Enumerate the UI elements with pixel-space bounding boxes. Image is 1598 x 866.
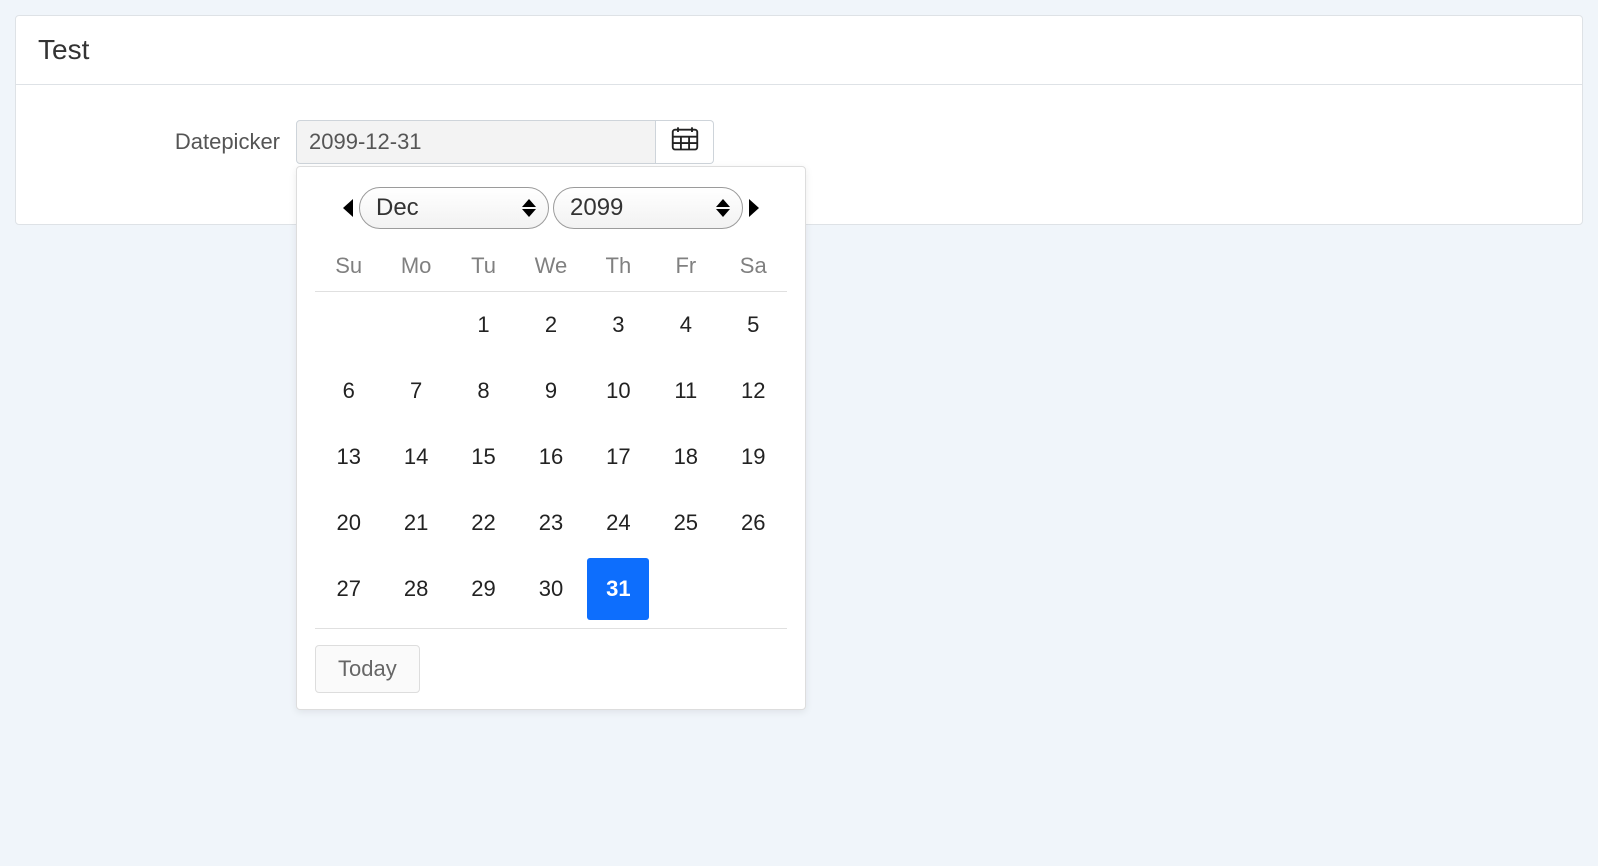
day-cell[interactable]: 12 xyxy=(720,358,787,424)
day-cell[interactable]: 6 xyxy=(315,358,382,424)
month-select-value: Dec xyxy=(376,194,419,222)
day-cell[interactable]: 23 xyxy=(517,490,584,556)
day-cell[interactable]: 19 xyxy=(720,424,787,490)
weekday-header: Th xyxy=(585,243,652,292)
datepicker-row: Datepicker xyxy=(36,120,1562,164)
day-cell[interactable]: 18 xyxy=(652,424,719,490)
datepicker-grid: SuMoTuWeThFrSa 1234567891011121314151617… xyxy=(315,243,787,622)
weekday-header: Tu xyxy=(450,243,517,292)
day-cell[interactable]: 20 xyxy=(315,490,382,556)
day-cell[interactable]: 2 xyxy=(517,292,584,358)
day-cell[interactable]: 13 xyxy=(315,424,382,490)
empty-day-cell xyxy=(382,292,449,358)
year-select-value: 2099 xyxy=(570,194,623,222)
day-cell[interactable]: 8 xyxy=(450,358,517,424)
empty-day-cell xyxy=(652,556,719,622)
day-cell[interactable]: 30 xyxy=(517,556,584,622)
weekday-header: Sa xyxy=(720,243,787,292)
day-cell[interactable]: 28 xyxy=(382,556,449,622)
day-cell[interactable]: 17 xyxy=(585,424,652,490)
calendar-icon xyxy=(671,126,699,158)
weekday-header: Fr xyxy=(652,243,719,292)
day-cell[interactable]: 25 xyxy=(652,490,719,556)
select-spinner-icon xyxy=(716,199,730,217)
day-cell[interactable]: 3 xyxy=(585,292,652,358)
day-cell[interactable]: 21 xyxy=(382,490,449,556)
day-cell[interactable]: 4 xyxy=(652,292,719,358)
day-cell[interactable]: 31 xyxy=(585,556,652,622)
day-cell[interactable]: 1 xyxy=(450,292,517,358)
datepicker-popup: Dec 2099 xyxy=(296,166,806,710)
day-cell[interactable]: 29 xyxy=(450,556,517,622)
datepicker-label: Datepicker xyxy=(36,129,296,155)
panel: Test Datepicker xyxy=(15,15,1583,225)
day-cell[interactable]: 9 xyxy=(517,358,584,424)
panel-body: Datepicker xyxy=(16,85,1582,224)
empty-day-cell xyxy=(315,292,382,358)
weekday-header: We xyxy=(517,243,584,292)
today-button[interactable]: Today xyxy=(315,645,420,693)
datepicker-footer: Today xyxy=(315,628,787,693)
date-input[interactable] xyxy=(296,120,656,164)
weekday-header: Mo xyxy=(382,243,449,292)
day-cell[interactable]: 5 xyxy=(720,292,787,358)
day-cell[interactable]: 14 xyxy=(382,424,449,490)
day-cell[interactable]: 15 xyxy=(450,424,517,490)
day-cell[interactable]: 11 xyxy=(652,358,719,424)
next-month-button[interactable] xyxy=(749,199,759,217)
day-cell[interactable]: 22 xyxy=(450,490,517,556)
empty-day-cell xyxy=(720,556,787,622)
day-cell[interactable]: 10 xyxy=(585,358,652,424)
prev-month-button[interactable] xyxy=(343,199,353,217)
day-cell[interactable]: 27 xyxy=(315,556,382,622)
day-cell[interactable]: 16 xyxy=(517,424,584,490)
datepicker-header: Dec 2099 xyxy=(315,187,787,229)
datepicker-input-group: Dec 2099 xyxy=(296,120,714,164)
day-cell[interactable]: 7 xyxy=(382,358,449,424)
select-spinner-icon xyxy=(522,199,536,217)
panel-title: Test xyxy=(16,16,1582,85)
year-select[interactable]: 2099 xyxy=(553,187,743,229)
day-cell[interactable]: 26 xyxy=(720,490,787,556)
day-cell[interactable]: 24 xyxy=(585,490,652,556)
open-calendar-button[interactable] xyxy=(656,120,714,164)
weekday-header: Su xyxy=(315,243,382,292)
month-select[interactable]: Dec xyxy=(359,187,549,229)
